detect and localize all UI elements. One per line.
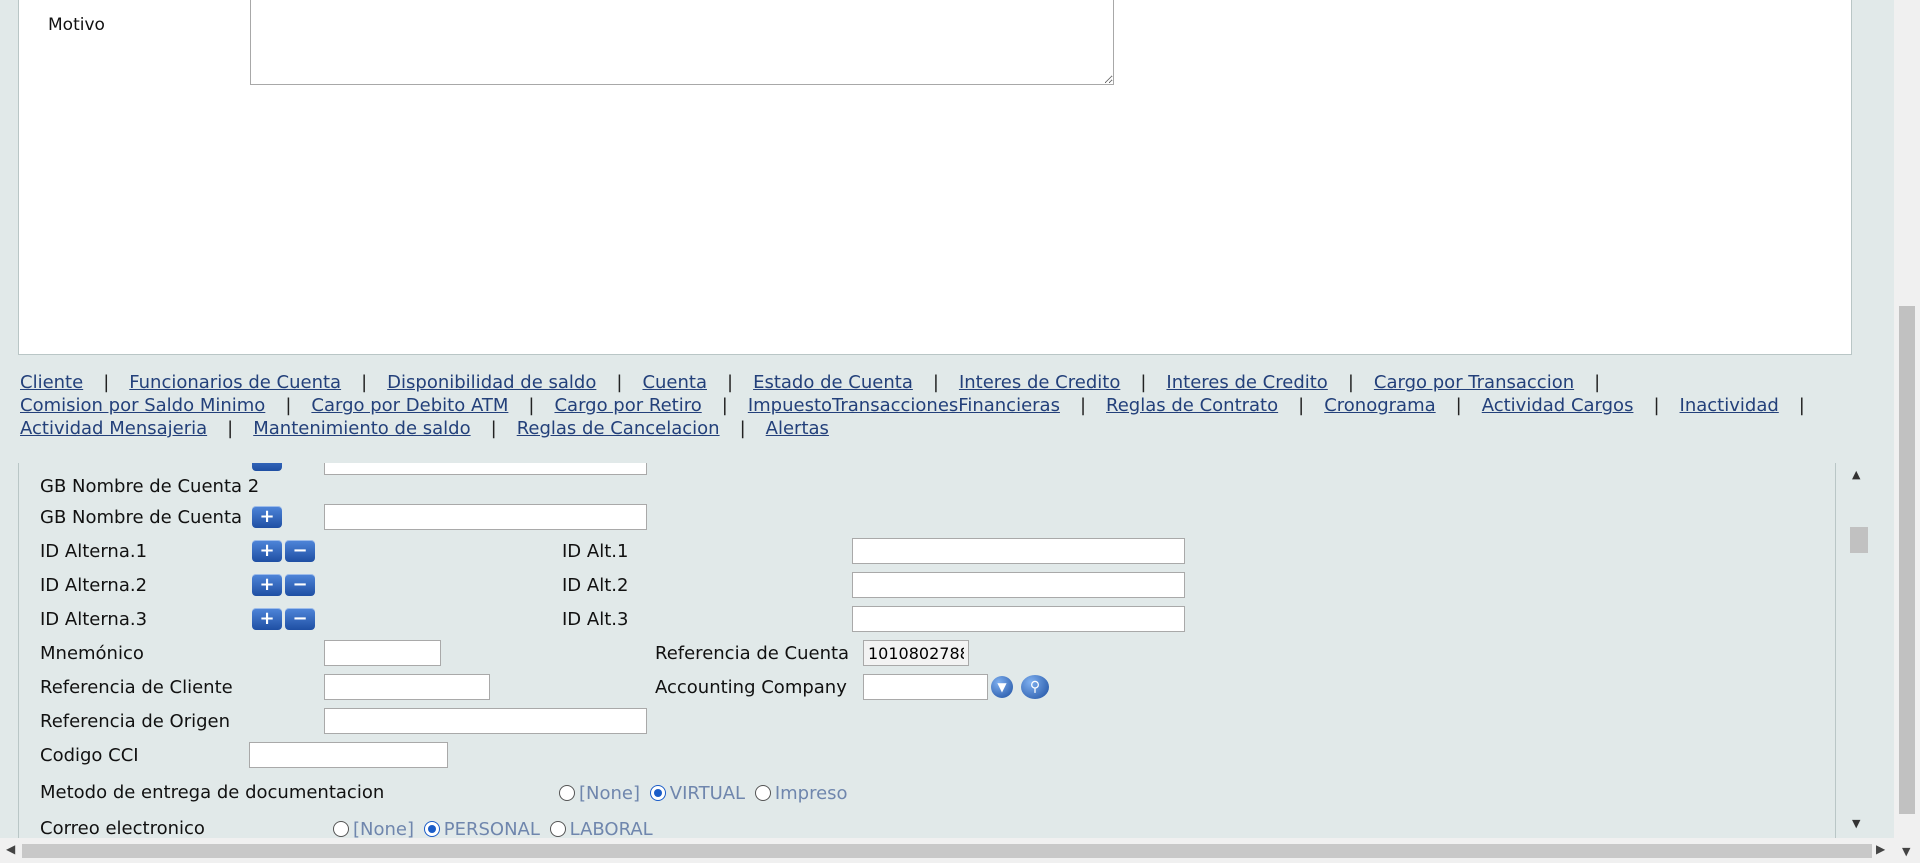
correo-electronico-label: Correo electronico <box>40 818 205 838</box>
referencia-cliente-input[interactable] <box>324 674 490 700</box>
gb-nombre-cuenta-input[interactable] <box>324 504 647 530</box>
tab-cargo-por-retiro[interactable]: Cargo por Retiro <box>554 395 701 416</box>
tab-comision-por-saldo-minimo[interactable]: Comision por Saldo Minimo <box>20 395 265 416</box>
correo-none-radio[interactable] <box>333 821 349 837</box>
gb-nombre-prev-add-icon[interactable] <box>252 463 282 471</box>
motivo-panel: Motivo <box>18 0 1852 355</box>
tab-links: Cliente | Funcionarios de Cuenta | Disponibi… <box>20 372 1805 439</box>
gb-nombre-cuenta-label: GB Nombre de Cuenta <box>40 507 243 528</box>
motivo-label: Motivo <box>48 15 105 35</box>
id-alterna-1-label: ID Alterna.1 <box>40 541 148 562</box>
correo-none-label: [None] <box>353 819 415 838</box>
referencia-origen-input[interactable] <box>324 708 647 734</box>
id-alterna-2-add-icon[interactable]: + <box>252 574 282 596</box>
scroll-right-arrow-icon[interactable]: ▶ <box>1876 842 1885 856</box>
motivo-textarea[interactable] <box>250 0 1114 85</box>
referencia-cliente-label: Referencia de Cliente <box>40 677 233 698</box>
tab-disponibilidad-de-saldo[interactable]: Disponibilidad de saldo <box>387 372 596 393</box>
tab-funcionarios-de-cuenta[interactable]: Funcionarios de Cuenta <box>129 372 341 393</box>
tab-inactividad[interactable]: Inactividad <box>1680 395 1779 416</box>
id-alt-3-label: ID Alt.3 <box>562 609 629 630</box>
tab-interes-de-credito-1[interactable]: Interes de Credito <box>959 372 1120 393</box>
tab-cronograma[interactable]: Cronograma <box>1324 395 1435 416</box>
magnifier-icon[interactable]: ⚲ <box>1021 675 1049 699</box>
scroll-left-arrow-icon[interactable]: ◀ <box>6 842 15 856</box>
tab-cargo-por-transaccion[interactable]: Cargo por Transaccion <box>1374 372 1574 393</box>
id-alterna-3-label: ID Alterna.3 <box>40 609 148 630</box>
metodo-entrega-impreso-radio[interactable] <box>754 785 771 801</box>
horizontal-scrollbar[interactable]: ◀ ▶ <box>0 838 1894 863</box>
form-scroll-thumb[interactable] <box>1850 527 1868 553</box>
tab-estado-de-cuenta[interactable]: Estado de Cuenta <box>753 372 913 393</box>
metodo-entrega-none-radio[interactable] <box>559 785 575 801</box>
referencia-origen-label: Referencia de Origen <box>40 711 231 732</box>
tab-alertas[interactable]: Alertas <box>766 418 829 439</box>
metodo-entrega-none-label: [None] <box>579 783 641 804</box>
id-alt-2-label: ID Alt.2 <box>562 575 629 596</box>
tab-cuenta[interactable]: Cuenta <box>642 372 707 393</box>
tab-cliente[interactable]: Cliente <box>20 372 83 393</box>
scroll-up-arrow-icon[interactable]: ▲ <box>1852 468 1860 481</box>
correo-laboral-label: LABORAL <box>569 819 653 838</box>
tab-actividad-mensajeria[interactable]: Actividad Mensajeria <box>20 418 207 439</box>
tab-mantenimiento-de-saldo[interactable]: Mantenimiento de saldo <box>253 418 470 439</box>
id-alterna-2-remove-icon[interactable]: − <box>285 574 315 596</box>
mnemonico-label: Mnemónico <box>40 643 144 664</box>
page-vertical-scrollbar[interactable]: ▼ <box>1894 0 1920 863</box>
chevron-down-icon[interactable]: ▼ <box>991 676 1013 698</box>
id-alt-1-input[interactable] <box>852 538 1185 564</box>
correo-personal-label: PERSONAL <box>443 819 540 838</box>
id-alterna-3-add-icon[interactable]: + <box>252 608 282 630</box>
gb-nombre-cuenta-2-label: GB Nombre de Cuenta 2 <box>40 476 260 497</box>
tab-reglas-de-cancelacion[interactable]: Reglas de Cancelacion <box>517 418 720 439</box>
account-form: GB Nombre de Cuenta 2 GB Nombre de Cuent… <box>18 463 1836 838</box>
codigo-cci-input[interactable] <box>249 742 448 768</box>
tab-cargo-por-debito-atm[interactable]: Cargo por Debito ATM <box>311 395 508 416</box>
scroll-down-arrow-icon[interactable]: ▼ <box>1852 817 1860 830</box>
referencia-cuenta-value <box>863 640 969 666</box>
mnemonico-input[interactable] <box>324 640 441 666</box>
correo-laboral-radio[interactable] <box>549 821 566 837</box>
gb-nombre-cuenta-prev-input[interactable] <box>324 463 647 475</box>
gb-nombre-add-icon[interactable]: + <box>252 506 282 528</box>
accounting-company-label: Accounting Company <box>655 677 847 698</box>
horizontal-scroll-thumb[interactable] <box>22 844 1872 858</box>
metodo-entrega-radio-group: [None] VIRTUAL Impreso <box>555 783 848 804</box>
id-alt-1-label: ID Alt.1 <box>562 541 629 562</box>
tab-actividad-cargos[interactable]: Actividad Cargos <box>1482 395 1634 416</box>
correo-radio-group: [None] PERSONAL LABORAL <box>329 819 653 838</box>
page-scroll-down-arrow-icon[interactable]: ▼ <box>1902 845 1910 858</box>
id-alterna-2-label: ID Alterna.2 <box>40 575 148 596</box>
id-alterna-3-remove-icon[interactable]: − <box>285 608 315 630</box>
referencia-cuenta-label: Referencia de Cuenta <box>655 643 850 664</box>
metodo-entrega-impreso-label: Impreso <box>774 783 848 804</box>
correo-personal-radio[interactable] <box>423 821 440 837</box>
id-alt-2-input[interactable] <box>852 572 1185 598</box>
id-alterna-1-remove-icon[interactable]: − <box>285 540 315 562</box>
accounting-company-input[interactable] <box>863 674 988 700</box>
page-scroll-thumb[interactable] <box>1899 306 1915 814</box>
metodo-entrega-virtual-radio[interactable] <box>649 785 666 801</box>
metodo-entrega-label: Metodo de entrega de documentacion <box>40 782 385 803</box>
metodo-entrega-virtual-label: VIRTUAL <box>669 783 746 804</box>
tab-interes-de-credito-2[interactable]: Interes de Credito <box>1166 372 1327 393</box>
tab-reglas-de-contrato[interactable]: Reglas de Contrato <box>1106 395 1278 416</box>
id-alterna-1-add-icon[interactable]: + <box>252 540 282 562</box>
id-alt-3-input[interactable] <box>852 606 1185 632</box>
form-vertical-scrollbar[interactable]: ▲ ▼ <box>1838 463 1870 838</box>
codigo-cci-label: Codigo CCI <box>40 745 139 766</box>
tab-impuesto-transacciones-financieras[interactable]: ImpuestoTransaccionesFinancieras <box>748 395 1060 416</box>
